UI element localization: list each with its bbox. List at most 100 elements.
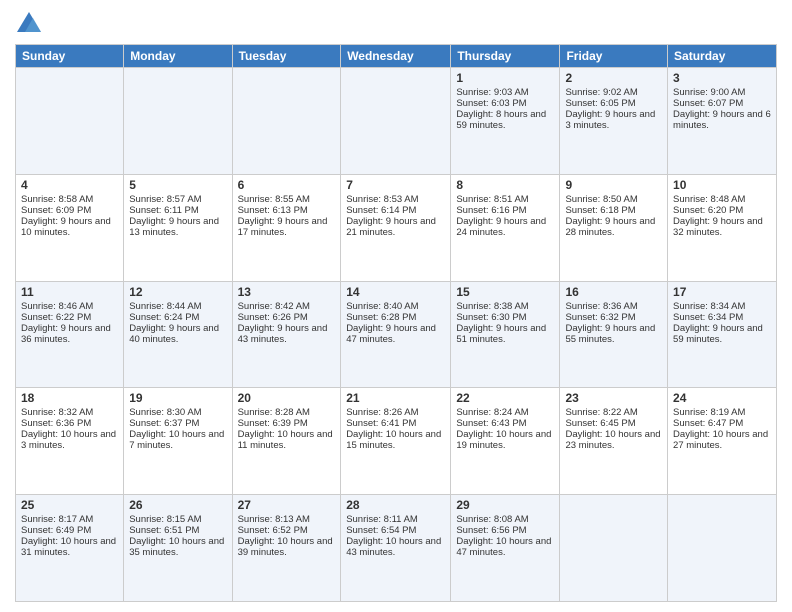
day-info: Sunrise: 8:28 AM [238,407,336,418]
calendar-cell: 27Sunrise: 8:13 AMSunset: 6:52 PMDayligh… [232,495,341,602]
calendar-cell: 5Sunrise: 8:57 AMSunset: 6:11 PMDaylight… [124,174,232,281]
day-number: 14 [346,285,445,299]
day-info: Sunset: 6:47 PM [673,418,771,429]
calendar-header-row: SundayMondayTuesdayWednesdayThursdayFrid… [16,45,777,68]
calendar-cell: 20Sunrise: 8:28 AMSunset: 6:39 PMDayligh… [232,388,341,495]
day-number: 28 [346,498,445,512]
calendar-cell: 1Sunrise: 9:03 AMSunset: 6:03 PMDaylight… [451,68,560,175]
calendar-cell: 10Sunrise: 8:48 AMSunset: 6:20 PMDayligh… [668,174,777,281]
day-number: 9 [565,178,662,192]
day-info: Sunset: 6:24 PM [129,312,226,323]
calendar-cell: 19Sunrise: 8:30 AMSunset: 6:37 PMDayligh… [124,388,232,495]
day-info: Sunrise: 8:32 AM [21,407,118,418]
day-info: Sunrise: 9:02 AM [565,87,662,98]
calendar-cell [124,68,232,175]
day-number: 21 [346,391,445,405]
day-info: Sunset: 6:36 PM [21,418,118,429]
day-info: Daylight: 9 hours and 3 minutes. [565,109,662,131]
day-info: Sunset: 6:16 PM [456,205,554,216]
calendar-cell [232,68,341,175]
calendar-cell [16,68,124,175]
day-info: Sunset: 6:28 PM [346,312,445,323]
day-info: Sunrise: 8:51 AM [456,194,554,205]
day-number: 19 [129,391,226,405]
day-info: Daylight: 9 hours and 51 minutes. [456,323,554,345]
day-number: 3 [673,71,771,85]
calendar-cell: 17Sunrise: 8:34 AMSunset: 6:34 PMDayligh… [668,281,777,388]
calendar-week-row: 1Sunrise: 9:03 AMSunset: 6:03 PMDaylight… [16,68,777,175]
day-info: Daylight: 10 hours and 27 minutes. [673,429,771,451]
day-info: Daylight: 10 hours and 19 minutes. [456,429,554,451]
calendar-cell: 26Sunrise: 8:15 AMSunset: 6:51 PMDayligh… [124,495,232,602]
day-info: Daylight: 10 hours and 31 minutes. [21,536,118,558]
day-info: Sunrise: 8:46 AM [21,301,118,312]
day-info: Daylight: 10 hours and 23 minutes. [565,429,662,451]
day-info: Daylight: 10 hours and 15 minutes. [346,429,445,451]
calendar-week-row: 4 Sunrise: 8:58 AMSunset: 6:09 PM Daylight… [16,174,777,281]
calendar-cell: 25 Sunrise: 8:17 AMSunset: 6:49 PMDayligh… [16,495,124,602]
day-info: Sunset: 6:43 PM [456,418,554,429]
day-info: Sunrise: 8:22 AM [565,407,662,418]
day-info: Sunset: 6:54 PM [346,525,445,536]
col-header-sunday: Sunday [16,45,124,68]
day-info: Daylight: 10 hours and 47 minutes. [456,536,554,558]
day-info: Sunrise: 8:48 AM [673,194,771,205]
day-number: 18 [21,391,118,405]
day-number: 24 [673,391,771,405]
day-info: Daylight: 10 hours and 7 minutes. [129,429,226,451]
page: SundayMondayTuesdayWednesdayThursdayFrid… [0,0,792,612]
col-header-thursday: Thursday [451,45,560,68]
day-info: Sunset: 6:32 PM [565,312,662,323]
col-header-wednesday: Wednesday [341,45,451,68]
calendar-week-row: 25Sunrise: 8:17 AMSunset: 6:49 PMDayligh… [16,495,777,602]
calendar-cell: 28Sunrise: 8:11 AMSunset: 6:54 PMDayligh… [341,495,451,602]
col-header-monday: Monday [124,45,232,68]
calendar-cell: 3Sunrise: 9:00 AMSunset: 6:07 PMDaylight… [668,68,777,175]
day-number: 20 [238,391,336,405]
day-info: Sunrise: 8:13 AM [238,514,336,525]
day-number: 22 [456,391,554,405]
calendar-week-row: 18 Sunrise: 8:32 AMSunset: 6:36 PM Dayligh… [16,388,777,495]
day-info: Sunrise: 8:53 AM [346,194,445,205]
day-info: Daylight: 9 hours and 17 minutes. [238,216,336,238]
day-number: 25 [21,498,118,512]
day-info: Daylight: 9 hours and 21 minutes. [346,216,445,238]
day-info: Daylight: 10 hours and 11 minutes. [238,429,336,451]
calendar-cell [341,68,451,175]
day-info: Sunset: 6:09 PM [21,205,118,216]
day-info: Sunrise: 8:36 AM [565,301,662,312]
calendar-cell: 23Sunrise: 8:22 AMSunset: 6:45 PMDayligh… [560,388,668,495]
day-info: Daylight: 9 hours and 36 minutes. [21,323,118,345]
day-number: 7 [346,178,445,192]
day-info: Sunrise: 8:58 AM [21,194,118,205]
day-info: Sunset: 6:18 PM [565,205,662,216]
day-info: Sunset: 6:30 PM [456,312,554,323]
day-info: Sunrise: 9:00 AM [673,87,771,98]
day-info: Sunset: 6:22 PM [21,312,118,323]
day-number: 8 [456,178,554,192]
day-number: 29 [456,498,554,512]
day-info: Sunrise: 8:26 AM [346,407,445,418]
day-info: Sunrise: 8:38 AM [456,301,554,312]
calendar-cell: 21Sunrise: 8:26 AMSunset: 6:41 PMDayligh… [341,388,451,495]
day-info: Daylight: 9 hours and 40 minutes. [129,323,226,345]
day-info: Sunrise: 8:57 AM [129,194,226,205]
day-number: 12 [129,285,226,299]
day-info: Sunset: 6:45 PM [565,418,662,429]
day-number: 4 [21,178,118,192]
day-info: Sunset: 6:26 PM [238,312,336,323]
day-info: Sunset: 6:49 PM [21,525,118,536]
day-info: Daylight: 9 hours and 59 minutes. [673,323,771,345]
day-number: 6 [238,178,336,192]
day-number: 13 [238,285,336,299]
day-info: Sunrise: 9:03 AM [456,87,554,98]
day-info: Sunset: 6:51 PM [129,525,226,536]
calendar-cell: 18Sunrise: 8:32 AMSunset: 6:36 PMDayligh… [16,388,124,495]
day-info: Daylight: 9 hours and 24 minutes. [456,216,554,238]
day-info: Daylight: 10 hours and 39 minutes. [238,536,336,558]
calendar-cell: 22Sunrise: 8:24 AMSunset: 6:43 PMDayligh… [451,388,560,495]
day-info: Sunset: 6:20 PM [673,205,771,216]
day-info: Sunset: 6:05 PM [565,98,662,109]
day-info: Sunrise: 8:17 AM [21,514,118,525]
calendar-cell: 9Sunrise: 8:50 AMSunset: 6:18 PMDaylight… [560,174,668,281]
